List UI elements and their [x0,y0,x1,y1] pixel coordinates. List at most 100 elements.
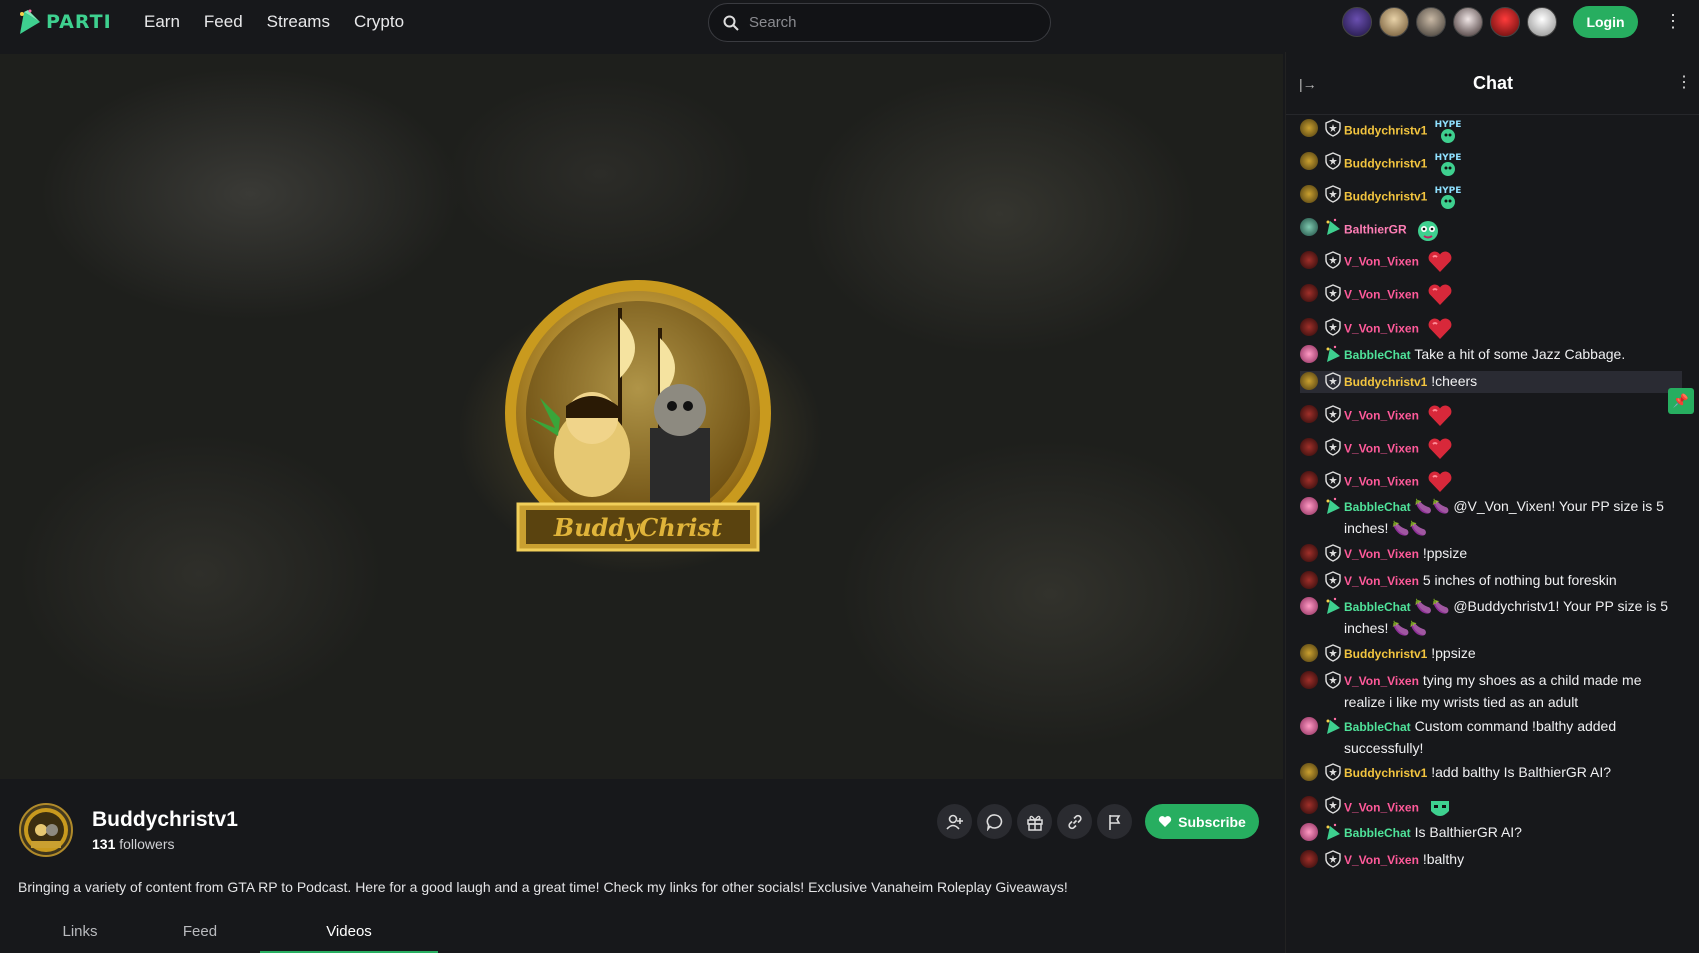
chat-message[interactable]: V_Von_Vixen 5 inches of nothing but fore… [1300,570,1682,592]
login-button[interactable]: Login [1573,6,1638,38]
chat-message[interactable]: V_Von_Vixen !balthy [1300,849,1682,871]
heart-emote-icon [1419,318,1453,339]
chat-user-avatar [1300,438,1318,456]
channel-avatar[interactable] [19,803,73,857]
main-nav: Earn Feed Streams Crypto [144,12,428,32]
chat-username[interactable]: BabbleChat [1344,348,1411,362]
chat-username[interactable]: BabbleChat [1344,826,1411,840]
moderator-badge-icon [1324,405,1342,423]
chat-message[interactable]: Buddychristv1 HYPE [1300,151,1682,177]
avatar[interactable] [1342,7,1372,37]
chat-username[interactable]: Buddychristv1 [1344,766,1427,780]
chat-username[interactable]: V_Von_Vixen [1344,322,1419,336]
gift-button[interactable] [1017,804,1052,839]
chat-user-avatar [1300,763,1318,781]
chat-username[interactable]: BalthierGR [1344,223,1407,237]
chat-message[interactable]: BabbleChat 🍆🍆 @V_Von_Vixen! Your PP size… [1300,496,1682,539]
pin-icon[interactable]: 📌 [1668,388,1694,414]
tab-videos[interactable]: Videos [260,915,438,953]
more-menu-icon[interactable]: ⋮ [1664,12,1682,32]
chat-message[interactable]: Buddychristv1 !cheers [1300,371,1682,393]
subscribe-button[interactable]: Subscribe [1145,804,1259,839]
avatar[interactable] [1527,7,1557,37]
chat-username[interactable]: BabbleChat [1344,720,1411,734]
chat-username[interactable]: BabbleChat [1344,500,1411,514]
chat-message[interactable]: BabbleChat 🍆🍆 @Buddychristv1! Your PP si… [1300,596,1682,639]
chat-username[interactable]: V_Von_Vixen [1344,409,1419,423]
chat-message[interactable]: V_Von_Vixen [1300,317,1682,341]
tab-feed[interactable]: Feed [140,915,260,953]
nav-streams[interactable]: Streams [267,12,330,32]
chat-username[interactable]: V_Von_Vixen [1344,853,1419,867]
moderator-badge-icon [1324,284,1342,302]
chat-message-text: Is BalthierGR AI? [1410,824,1522,840]
parti-logo[interactable]: PARTI [16,6,112,38]
chat-user-avatar [1300,644,1318,662]
chat-username[interactable]: Buddychristv1 [1344,375,1427,389]
heart-emote-icon [1419,284,1453,305]
chat-message[interactable]: BabbleChat Is BalthierGR AI? [1300,822,1682,844]
chat-username[interactable]: V_Von_Vixen [1344,442,1419,456]
chat-username[interactable]: Buddychristv1 [1344,124,1427,138]
moderator-badge-icon [1324,119,1342,137]
chat-message[interactable]: V_Von_Vixen [1300,250,1682,274]
chat-user-avatar [1300,345,1318,363]
share-link-button[interactable] [1057,804,1092,839]
chat-message[interactable]: Buddychristv1 HYPE [1300,118,1682,144]
channel-avatar-image [24,808,68,852]
avatar[interactable] [1490,7,1520,37]
chat-username[interactable]: Buddychristv1 [1344,190,1427,204]
party-badge-icon [1324,345,1342,363]
chat-message[interactable]: Buddychristv1 !add balthy Is BalthierGR … [1300,762,1682,784]
nav-earn[interactable]: Earn [144,12,180,32]
chat-message[interactable]: BabbleChat Take a hit of some Jazz Cabba… [1300,344,1682,366]
chat-username[interactable]: BabbleChat [1344,600,1411,614]
avatar[interactable] [1379,7,1409,37]
follower-number: 131 [92,836,116,852]
message-button[interactable] [977,804,1012,839]
svg-text:HYPE: HYPE [1435,186,1461,196]
chat-message[interactable]: V_Von_Vixen [1300,470,1682,494]
search-box[interactable] [708,3,1051,42]
chat-message[interactable]: V_Von_Vixen [1300,283,1682,307]
report-button[interactable] [1097,804,1132,839]
tab-links[interactable]: Links [20,915,140,953]
channel-name[interactable]: Buddychristv1 [92,808,238,832]
live-avatars [1342,7,1557,37]
chat-username[interactable]: V_Von_Vixen [1344,547,1419,561]
chat-message[interactable]: Buddychristv1 !ppsize [1300,643,1682,665]
heart-emote-icon [1419,471,1453,492]
avatar[interactable] [1416,7,1446,37]
moderator-badge-icon [1324,318,1342,336]
chat-message[interactable]: V_Von_Vixen [1300,437,1682,461]
chat-username[interactable]: V_Von_Vixen [1344,475,1419,489]
chat-username[interactable]: Buddychristv1 [1344,647,1427,661]
chat-title: Chat [1473,73,1513,93]
chat-message[interactable]: V_Von_Vixen [1300,795,1682,821]
chat-username[interactable]: V_Von_Vixen [1344,255,1419,269]
chat-menu-icon[interactable]: ⋮ [1676,72,1692,92]
chat-message[interactable]: V_Von_Vixen [1300,404,1682,428]
chat-user-avatar [1300,850,1318,868]
chat-username[interactable]: V_Von_Vixen [1344,288,1419,302]
chat-username[interactable]: Buddychristv1 [1344,157,1427,171]
chat-username[interactable]: V_Von_Vixen [1344,674,1419,688]
chat-message[interactable]: BabbleChat Custom command !balthy added … [1300,716,1682,759]
chat-username[interactable]: V_Von_Vixen [1344,801,1419,815]
avatar[interactable] [1453,7,1483,37]
channel-description: Bringing a variety of content from GTA R… [18,879,1068,895]
chat-message[interactable]: V_Von_Vixen !ppsize [1300,543,1682,565]
chat-message[interactable]: Buddychristv1 HYPE [1300,184,1682,210]
chat-message[interactable]: BalthierGR [1300,217,1682,243]
chat-message-text: !ppsize [1418,545,1468,561]
chat-message[interactable]: V_Von_Vixen tying my shoes as a child ma… [1300,670,1682,713]
chat-user-avatar [1300,497,1318,515]
search-input[interactable] [749,14,1029,31]
channel-banner[interactable]: BuddyChrist [0,54,1283,779]
nav-feed[interactable]: Feed [204,12,243,32]
nav-crypto[interactable]: Crypto [354,12,404,32]
chat-username[interactable]: V_Von_Vixen [1344,574,1419,588]
chat-user-avatar [1300,152,1318,170]
follow-button[interactable] [937,804,972,839]
chat-user-avatar [1300,823,1318,841]
